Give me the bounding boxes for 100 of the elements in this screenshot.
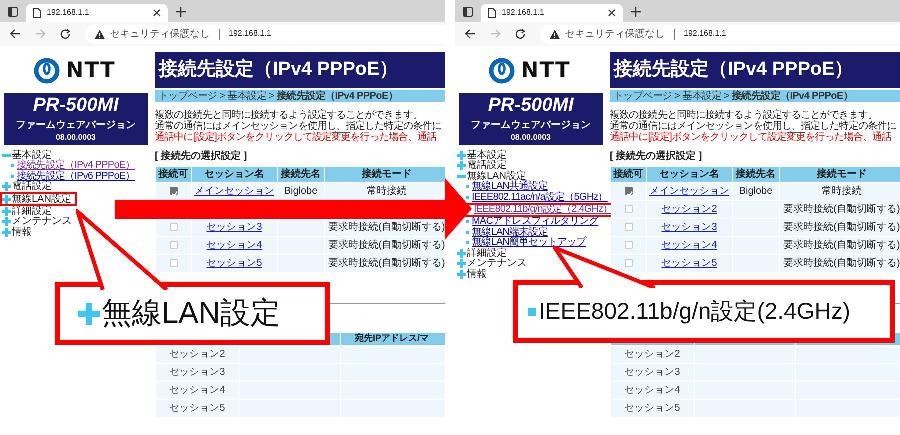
menu-item[interactable]: 基本設定: [467, 150, 507, 161]
description-text: 通常の通信にはメインセッションを使用し、指定した特定の条件に: [610, 121, 898, 132]
menu-link[interactable]: 接続先設定（IPv6 PPPoE）: [17, 170, 136, 182]
tab-title: 192.168.1.1: [502, 8, 546, 18]
menu-item[interactable]: 無線LAN設定: [467, 170, 526, 182]
session-link[interactable]: セッション4: [206, 240, 262, 251]
menu-item[interactable]: 基本設定: [12, 150, 52, 161]
document-icon: [33, 8, 41, 18]
checkbox[interactable]: [170, 187, 178, 196]
table-cell: 常時接続: [325, 183, 445, 200]
close-icon[interactable]: [608, 9, 616, 17]
reload-icon[interactable]: [60, 28, 71, 40]
table-cell: Biglobe: [733, 183, 779, 200]
column-header: 接続可: [156, 167, 191, 182]
url-text: 192.168.1.1: [684, 30, 726, 38]
logo-text: NTT: [66, 58, 116, 82]
warning-icon: [95, 30, 105, 38]
table-cell: 要求時接続(自動切断する): [780, 255, 900, 272]
session-link[interactable]: セッション5: [662, 258, 718, 269]
breadcrumb-bar: トップページ > 基本設定 > 接続先設定（IPv4 PPPoE）: [610, 90, 900, 102]
description-text: 通常の通信にはメインセッションを使用し、指定した特定の条件に: [155, 121, 443, 132]
column-header: 接続可: [611, 167, 646, 182]
table-cell: Biglobe: [278, 183, 324, 200]
table-cell: 要求時接続(自動切断する): [325, 237, 445, 254]
column-header: セッション名: [192, 167, 277, 182]
session-link[interactable]: メインセッション: [194, 186, 274, 197]
column-header: 接続先名: [733, 167, 779, 182]
menu-link[interactable]: 接続先設定（IPv4 PPPoE）: [17, 160, 136, 172]
warning-text: 通話中に[設定]ボタンをクリックして設定変更を行った場合、通話: [610, 132, 893, 143]
column-header: 宛先IPアドレス/マ: [341, 333, 445, 345]
bullet-icon: [11, 164, 14, 168]
bullet-icon: [11, 174, 14, 178]
security-label: セキュリティ保護なし: [565, 28, 665, 40]
session-link[interactable]: セッション4: [662, 240, 718, 251]
menu-item[interactable]: メンテナンス: [12, 216, 72, 228]
security-label: セキュリティ保護なし: [110, 28, 210, 40]
address-field[interactable]: セキュリティ保護なし 192.168.1.1: [540, 24, 900, 44]
reload-icon[interactable]: [515, 28, 526, 40]
menu-link[interactable]: IEEE802.11b/g/n設定（2.4GHz）: [474, 204, 613, 215]
table-cell: セッション2: [156, 346, 239, 363]
column-header: 接続モード: [325, 167, 445, 182]
session-link[interactable]: セッション2: [662, 204, 718, 215]
page-title: 接続先設定（IPv4 PPPoE）: [610, 52, 900, 88]
new-tab-icon[interactable]: [176, 7, 186, 17]
bullet-icon: [528, 308, 536, 316]
model-name: PR-500MI: [488, 96, 574, 117]
menu-item[interactable]: 無線LAN設定: [12, 194, 72, 204]
callout-text: 無線LAN設定: [102, 297, 280, 330]
callout-text: IEEE802.11b/g/n設定(2.4GHz): [539, 298, 850, 324]
table-cell: セッション3: [156, 364, 239, 381]
document-icon: [488, 8, 496, 18]
bullet-icon: [466, 196, 469, 199]
menu-item[interactable]: 詳細設定: [467, 248, 507, 259]
session-link[interactable]: セッション3: [206, 222, 262, 233]
back-icon[interactable]: [10, 29, 21, 39]
browser-tab[interactable]: 192.168.1.1: [481, 4, 623, 22]
menu-item[interactable]: メンテナンス: [467, 258, 527, 270]
table-cell: セッション2: [611, 346, 694, 363]
session-link[interactable]: メインセッション: [650, 186, 730, 197]
bullet-icon: [466, 230, 469, 234]
warning-icon: [550, 30, 560, 38]
menu-link[interactable]: IEEE802.11ac/n/a設定（5GHz）: [472, 192, 608, 203]
close-icon[interactable]: [153, 9, 161, 17]
menu-item[interactable]: 電話設定: [467, 160, 507, 172]
session-link[interactable]: セッション5: [206, 258, 262, 269]
checkbox[interactable]: [624, 187, 632, 196]
sidebar-icon[interactable]: [8, 7, 18, 17]
table-cell: セッション4: [611, 382, 694, 399]
session-link[interactable]: セッション3: [662, 222, 718, 233]
table-cell: 要求時接続(自動切断する): [780, 201, 900, 218]
menu-item[interactable]: 情報: [467, 268, 487, 280]
menu-item[interactable]: 情報: [12, 226, 32, 238]
table-cell: 要求時接続(自動切断する): [325, 255, 445, 272]
table-cell: 要求時接続(自動切断する): [780, 237, 900, 254]
section-title: [ 接続先の選択設定 ]: [155, 151, 248, 163]
model-name: PR-500MI: [33, 96, 119, 117]
plus-icon: [78, 302, 100, 324]
warning-text: 通話中に[設定]ボタンをクリックして設定変更を行った場合、通話: [155, 132, 438, 143]
breadcrumb-bar: トップページ > 基本設定 > 接続先設定（IPv4 PPPoE）: [155, 90, 445, 102]
ring-logo-icon: [34, 58, 60, 84]
column-header: セッション名: [647, 167, 732, 182]
table-cell: セッション5: [156, 400, 239, 417]
bullet-icon: [466, 241, 469, 244]
table-cell: セッション4: [156, 382, 239, 399]
new-tab-icon[interactable]: [631, 7, 641, 17]
url-text: 192.168.1.1: [229, 30, 272, 38]
sidebar-icon[interactable]: [463, 7, 473, 17]
menu-link[interactable]: 無線LAN共通設定: [472, 181, 548, 192]
back-icon[interactable]: [465, 29, 476, 39]
menu-link[interactable]: MACアドレスフィルタリング: [472, 216, 599, 228]
menu-link[interactable]: 無線LAN端末設定: [472, 226, 548, 238]
address-field[interactable]: セキュリティ保護なし 192.168.1.1: [85, 24, 445, 44]
menu-item[interactable]: 電話設定: [12, 181, 52, 192]
menu-link[interactable]: 無線LAN簡単セットアップ: [472, 237, 586, 248]
menu-item[interactable]: 詳細設定: [12, 206, 52, 217]
browser-tab[interactable]: 192.168.1.1: [26, 4, 168, 22]
table-cell: 常時接続: [780, 183, 900, 200]
logo-text: NTT: [521, 58, 571, 82]
bullet-icon: [466, 220, 469, 224]
column-header: 接続先名: [278, 167, 324, 182]
